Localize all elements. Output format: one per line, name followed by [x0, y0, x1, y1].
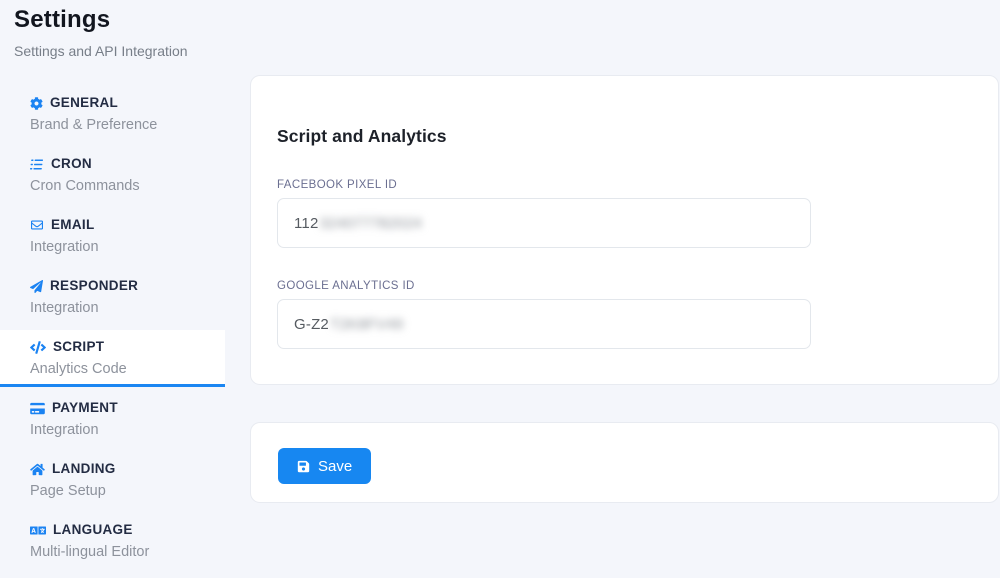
facebook-pixel-id-input[interactable]: 112 324077782024	[277, 198, 811, 248]
sidebar-item-label: EMAIL	[51, 215, 95, 235]
input-value-visible: G-Z2	[294, 316, 329, 333]
input-value-visible: 112	[294, 215, 319, 232]
facebook-pixel-field: FACEBOOK PIXEL ID 112 324077782024	[277, 178, 998, 248]
task-list-icon	[30, 158, 44, 171]
sidebar-item-script[interactable]: SCRIPT Analytics Code	[0, 330, 225, 387]
sidebar-item-general[interactable]: GENERAL Brand & Preference	[0, 86, 225, 143]
envelope-icon	[30, 219, 44, 231]
page-subtitle: Settings and API Integration	[14, 43, 188, 59]
sidebar-item-sublabel: Integration	[30, 420, 225, 440]
paper-plane-icon	[30, 280, 43, 293]
sidebar-item-cron[interactable]: CRON Cron Commands	[0, 147, 225, 204]
language-icon	[30, 524, 46, 537]
sidebar-item-sublabel: Integration	[30, 298, 225, 318]
facebook-pixel-id-label: FACEBOOK PIXEL ID	[277, 178, 998, 192]
code-icon	[30, 341, 46, 354]
page-header: Settings Settings and API Integration	[14, 6, 188, 59]
sidebar-item-sublabel: Brand & Preference	[30, 115, 225, 135]
sidebar-item-responder[interactable]: RESPONDER Integration	[0, 269, 225, 326]
sidebar-item-sublabel: Page Setup	[30, 481, 225, 501]
sidebar-item-email[interactable]: EMAIL Integration	[0, 208, 225, 265]
home-icon	[30, 463, 45, 476]
sidebar-item-sublabel: Cron Commands	[30, 176, 225, 196]
input-value-redacted: 324077782024	[320, 215, 423, 232]
sidebar-item-label: CRON	[51, 154, 92, 174]
google-analytics-id-input[interactable]: G-Z2 T2K8FV49	[277, 299, 811, 349]
sidebar-item-label: PAYMENT	[52, 398, 118, 418]
save-icon	[297, 460, 310, 473]
sidebar-item-label: LANDING	[52, 459, 116, 479]
google-analytics-field: GOOGLE ANALYTICS ID G-Z2 T2K8FV49	[277, 279, 998, 349]
sidebar-item-label: SCRIPT	[53, 337, 104, 357]
sidebar-item-landing[interactable]: LANDING Page Setup	[0, 452, 225, 509]
save-card: Save	[250, 422, 999, 503]
sidebar-item-sublabel: Multi-lingual Editor	[30, 542, 225, 562]
save-button-label: Save	[318, 458, 352, 475]
script-analytics-card: Script and Analytics FACEBOOK PIXEL ID 1…	[250, 75, 999, 385]
credit-card-icon	[30, 402, 45, 415]
settings-sidebar: GENERAL Brand & Preference CRON Cron Com…	[0, 86, 225, 574]
sidebar-item-payment[interactable]: PAYMENT Integration	[0, 391, 225, 448]
section-title: Script and Analytics	[251, 76, 998, 147]
sidebar-item-sublabel: Integration	[30, 237, 225, 257]
sidebar-item-label: RESPONDER	[50, 276, 138, 296]
page-title: Settings	[14, 6, 188, 34]
sidebar-item-label: LANGUAGE	[53, 520, 133, 540]
sidebar-item-language[interactable]: LANGUAGE Multi-lingual Editor	[0, 513, 225, 570]
sidebar-item-label: GENERAL	[50, 93, 118, 113]
save-button[interactable]: Save	[278, 448, 371, 484]
sidebar-item-sublabel: Analytics Code	[30, 359, 225, 379]
google-analytics-id-label: GOOGLE ANALYTICS ID	[277, 279, 998, 293]
input-value-redacted: T2K8FV49	[330, 316, 403, 333]
gear-icon	[30, 97, 43, 110]
